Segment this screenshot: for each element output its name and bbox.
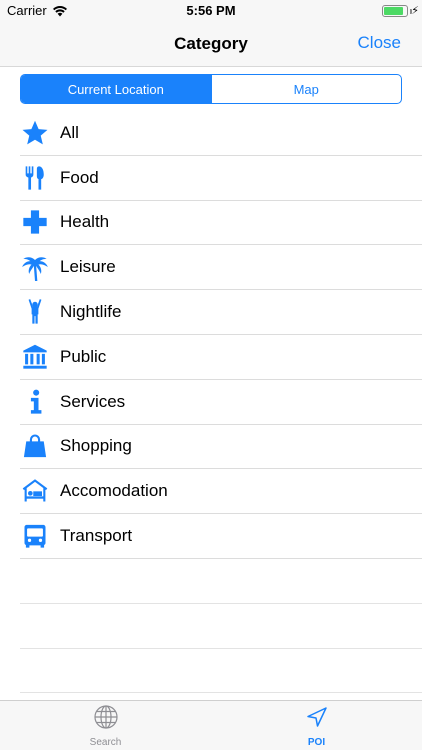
segment-area: Current Location Map	[0, 66, 422, 110]
category-label: All	[60, 122, 79, 142]
segment-map[interactable]: Map	[210, 75, 402, 103]
cross-icon	[18, 207, 52, 237]
location-segmented-control: Current Location Map	[20, 74, 402, 104]
category-row-services[interactable]: Services	[20, 380, 422, 425]
category-label: Accomodation	[60, 481, 168, 501]
category-label: Health	[60, 212, 110, 232]
category-label: Transport	[60, 526, 133, 546]
person-arms-up-icon	[18, 297, 52, 327]
status-bar: Carrier 5:56 PM ⚡	[0, 0, 422, 22]
category-row-leisure[interactable]: Leisure	[18, 245, 422, 291]
info-icon	[18, 387, 52, 417]
category-label: Leisure	[60, 257, 116, 277]
empty-row	[20, 649, 422, 694]
category-row-transport[interactable]: Transport	[20, 514, 422, 559]
category-label: Food	[60, 167, 99, 187]
bed-icon	[18, 476, 52, 506]
globe-icon	[93, 704, 119, 735]
charging-bolt-icon: ⚡	[411, 5, 419, 17]
tab-label: POI	[307, 736, 326, 748]
tab-search[interactable]: Search	[0, 701, 211, 750]
bus-icon	[18, 521, 52, 551]
empty-row	[20, 559, 422, 604]
category-row-nightlife[interactable]: Nightlife	[20, 290, 422, 335]
category-row-accomodation[interactable]: Accomodation	[18, 469, 422, 515]
empty-row	[20, 604, 422, 649]
tab-poi[interactable]: POI	[211, 701, 422, 750]
tab-label: Search	[89, 736, 122, 748]
category-label: Nightlife	[60, 302, 122, 322]
battery-icon	[382, 5, 408, 17]
clock: 5:56 PM	[186, 3, 236, 18]
location-arrow-icon	[304, 704, 330, 735]
fork-knife-icon	[18, 163, 52, 193]
star-icon	[18, 118, 52, 148]
category-list: All Food Health Leisure Nightlife Public	[18, 111, 422, 694]
category-row-shopping[interactable]: Shopping	[20, 425, 422, 470]
navigation-bar: Category Close	[0, 22, 422, 66]
category-label: Services	[60, 391, 126, 411]
institution-icon	[18, 342, 52, 372]
category-row-food[interactable]: Food	[20, 156, 422, 201]
category-row-all[interactable]: All	[20, 111, 422, 156]
category-label: Shopping	[60, 436, 132, 456]
tab-bar: Search POI	[0, 700, 422, 750]
segment-current-location[interactable]: Current Location	[21, 75, 211, 103]
close-button[interactable]: Close	[358, 33, 401, 53]
palm-tree-icon	[18, 252, 52, 282]
shopping-bag-icon	[18, 431, 52, 461]
category-row-public[interactable]: Public	[20, 335, 422, 380]
category-row-health[interactable]: Health	[20, 201, 422, 246]
category-label: Public	[60, 346, 107, 366]
